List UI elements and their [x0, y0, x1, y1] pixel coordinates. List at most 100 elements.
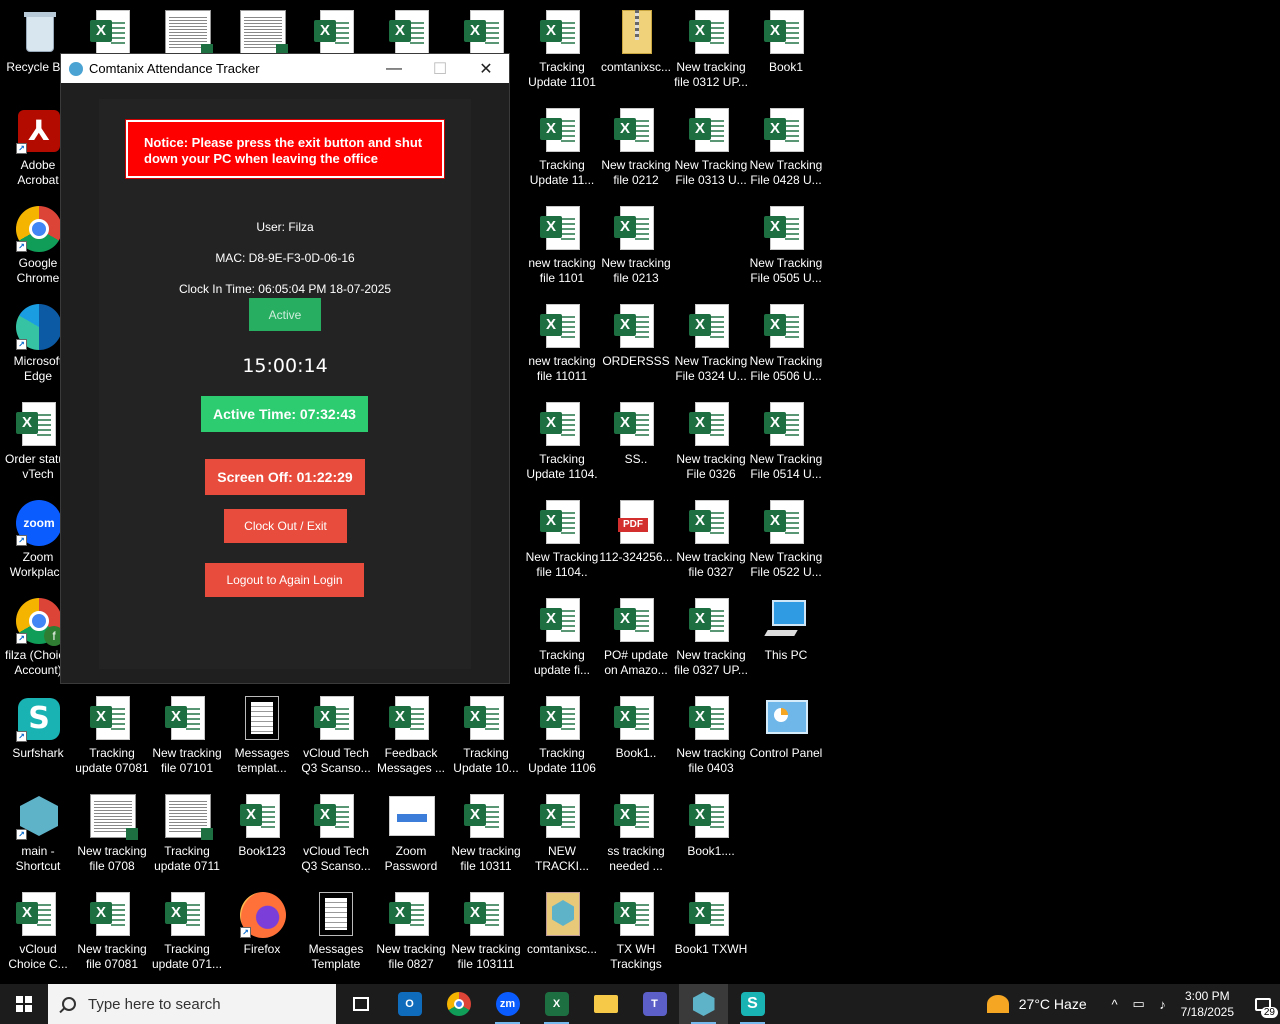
desktop-icon-firefox[interactable]: ↗ Firefox: [224, 884, 300, 980]
desktop-icon-c9-7[interactable]: X Book1....: [673, 786, 749, 882]
desktop-icon-c8-1[interactable]: X New tracking file 0212: [598, 100, 674, 196]
desktop-icon-c9-1[interactable]: X New Tracking File 0313 U...: [673, 100, 749, 196]
desktop-icon-c7-0[interactable]: X Tracking Update 1101: [524, 2, 600, 98]
desktop-icon-c9-2[interactable]: X New Tracking File 0324 U...: [673, 296, 749, 392]
icon-label: Book1: [768, 60, 804, 74]
excel-file-icon: X: [614, 402, 658, 448]
desktop-icon-c8-0[interactable]: comtanixsc...: [598, 2, 674, 98]
taskbar-file-explorer[interactable]: [581, 984, 630, 1024]
icon-label: vCloud Tech Q3 Scanso...: [301, 844, 371, 873]
desktop-icon-tracking-update-0711[interactable]: Tracking update 0711: [149, 786, 225, 882]
excel-file-icon: X: [240, 794, 284, 840]
network-icon[interactable]: ▭: [1129, 996, 1149, 1012]
taskbar-chrome[interactable]: [434, 984, 483, 1024]
icon-label: New tracking file 0827: [376, 942, 446, 971]
icon-label: Firefox: [243, 942, 281, 956]
desktop-icon-c7-1[interactable]: X Tracking Update 11...: [524, 100, 600, 196]
desktop-icon-this-pc[interactable]: This PC: [748, 590, 824, 686]
desktop-icon-tracking-07081[interactable]: X Tracking update 07081: [74, 688, 150, 784]
taskbar-zoom[interactable]: zm: [483, 984, 532, 1024]
excel-file-icon: X: [540, 304, 584, 350]
desktop-icon-tracking-0708[interactable]: New tracking file 0708: [74, 786, 150, 882]
attendance-tracker-window[interactable]: Comtanix Attendance Tracker — ☐ ✕ Notice…: [60, 53, 510, 684]
desktop-icon-tracking-update-071[interactable]: X Tracking update 071...: [149, 884, 225, 980]
volume-icon[interactable]: ♪: [1153, 997, 1173, 1012]
search-placeholder: Type here to search: [88, 995, 221, 1013]
desktop-icon-vcloud-q3-b[interactable]: X vCloud Tech Q3 Scanso...: [298, 786, 374, 882]
desktop-icon-c7-9[interactable]: comtanixsc...: [524, 884, 600, 980]
desktop-icon-c8-7[interactable]: X Book1..: [598, 688, 674, 784]
desktop-icon-c7-6[interactable]: X Tracking update fi...: [524, 590, 600, 686]
desktop-icon-zoom-password[interactable]: Zoom Password: [373, 786, 449, 882]
desktop-icon-feedback-messages[interactable]: X Feedback Messages ...: [373, 688, 449, 784]
desktop-icon-tracking-10311[interactable]: X New tracking file 10311: [448, 786, 524, 882]
desktop-icon-book123[interactable]: X Book123: [224, 786, 300, 882]
desktop-icon-c10-3[interactable]: X New Tracking File 0506 U...: [748, 296, 824, 392]
desktop-icon-tracking-103111[interactable]: X New tracking file 103111: [448, 884, 524, 980]
desktop-icon-c10-2[interactable]: X New Tracking File 0505 U...: [748, 198, 824, 294]
desktop-icon-c7-7[interactable]: X Tracking Update 1106: [524, 688, 600, 784]
desktop-icon-c8-9[interactable]: X TX WH Trackings: [598, 884, 674, 980]
desktop-icon-vcloud-q3[interactable]: X vCloud Tech Q3 Scanso...: [298, 688, 374, 784]
taskbar-excel[interactable]: X: [532, 984, 581, 1024]
icon-label: ss tracking needed ...: [607, 844, 665, 873]
search-icon: [62, 997, 76, 1011]
desktop-icon-c9-0[interactable]: X New tracking file 0312 UP...: [673, 2, 749, 98]
task-view-button[interactable]: [336, 984, 385, 1024]
clock-out-button[interactable]: Clock Out / Exit: [224, 509, 347, 543]
excel-file-icon: X: [614, 794, 658, 840]
desktop-icon-messages-template[interactable]: Messages templat...: [224, 688, 300, 784]
desktop-icon-tracking-07101[interactable]: X New tracking file 07101: [149, 688, 225, 784]
icon-label: New tracking file 0327: [676, 550, 746, 579]
desktop-icon-c7-5[interactable]: X New Tracking file 1104..: [524, 492, 600, 588]
desktop-icon-c9-3[interactable]: X New tracking File 0326: [673, 394, 749, 490]
desktop-icon-tracking-update-10[interactable]: X Tracking Update 10...: [448, 688, 524, 784]
desktop-icon-c10-4[interactable]: X New Tracking File 0514 U...: [748, 394, 824, 490]
notification-center-button[interactable]: 29: [1246, 984, 1280, 1024]
desktop-icon-c8-5[interactable]: PDF 112-324256...: [598, 492, 674, 588]
desktop-icon-c10-1[interactable]: X New Tracking File 0428 U...: [748, 100, 824, 196]
taskbar-search[interactable]: Type here to search: [48, 984, 336, 1024]
desktop-icon-c8-8[interactable]: Xss tracking needed ...: [598, 786, 674, 882]
icon-label: Surfshark: [12, 746, 64, 760]
desktop-icon-c7-3[interactable]: Xnew tracking file 11011: [524, 296, 600, 392]
desktop-icon-c7-8[interactable]: X NEW TRACKI...: [524, 786, 600, 882]
taskbar-outlook[interactable]: O: [385, 984, 434, 1024]
task-view-icon: [352, 997, 369, 1011]
desktop-icon-c8-2[interactable]: X New tracking file 0213: [598, 198, 674, 294]
desktop-icon-c9-8[interactable]: X Book1 TXWH: [673, 884, 749, 980]
desktop-icon-c8-6[interactable]: X PO# update on Amazo...: [598, 590, 674, 686]
desktop-icon-c7-4[interactable]: X Tracking Update 1104.: [524, 394, 600, 490]
excel-file-icon: X: [389, 10, 433, 56]
desktop-icon-c9-6[interactable]: X New tracking file 0403: [673, 688, 749, 784]
close-button[interactable]: ✕: [463, 54, 509, 83]
start-button[interactable]: [0, 984, 48, 1024]
desktop-icon-control-panel[interactable]: Control Panel: [748, 688, 824, 784]
comtanix-app-icon: [540, 892, 584, 938]
window-titlebar[interactable]: Comtanix Attendance Tracker — ☐ ✕: [61, 54, 509, 83]
maximize-button[interactable]: ☐: [417, 54, 463, 83]
chevron-up-icon[interactable]: ^: [1105, 997, 1125, 1012]
logout-button[interactable]: Logout to Again Login: [205, 563, 364, 597]
desktop-icon-c9-5[interactable]: X New tracking file 0327 UP...: [673, 590, 749, 686]
desktop-icon-c8-3[interactable]: X ORDERSSS: [598, 296, 674, 392]
desktop-icon-tracking-07081b[interactable]: X New tracking file 07081: [74, 884, 150, 980]
current-time: 15:00:14: [242, 355, 328, 377]
taskbar-clock[interactable]: 3:00 PM 7/18/2025: [1181, 988, 1234, 1020]
desktop-icon-c10-0[interactable]: X Book1: [748, 2, 824, 98]
desktop-icon-main-shortcut[interactable]: ↗ main - Shortcut: [0, 786, 76, 882]
taskbar-surfshark[interactable]: S: [728, 984, 777, 1024]
desktop-icon-c7-2[interactable]: Xnew tracking file 1101: [524, 198, 600, 294]
weather-widget[interactable]: 27°C Haze: [986, 995, 1087, 1013]
taskbar-comtanix[interactable]: [679, 984, 728, 1024]
desktop-icon-surfshark[interactable]: S ↗ Surfshark: [0, 688, 76, 784]
taskbar-teams[interactable]: T: [630, 984, 679, 1024]
desktop-icon-vcloud-choice[interactable]: X vCloud Choice C...: [0, 884, 76, 980]
desktop-icon-c10-5[interactable]: X New Tracking File 0522 U...: [748, 492, 824, 588]
desktop-icon-c8-4[interactable]: X SS..: [598, 394, 674, 490]
minimize-button[interactable]: —: [371, 54, 417, 83]
icon-label: New Tracking file 1104..: [525, 550, 599, 579]
desktop-icon-tracking-0827[interactable]: X New tracking file 0827: [373, 884, 449, 980]
desktop-icon-c9-4[interactable]: X New tracking file 0327: [673, 492, 749, 588]
desktop-icon-messages-template-b[interactable]: Messages Template: [298, 884, 374, 980]
